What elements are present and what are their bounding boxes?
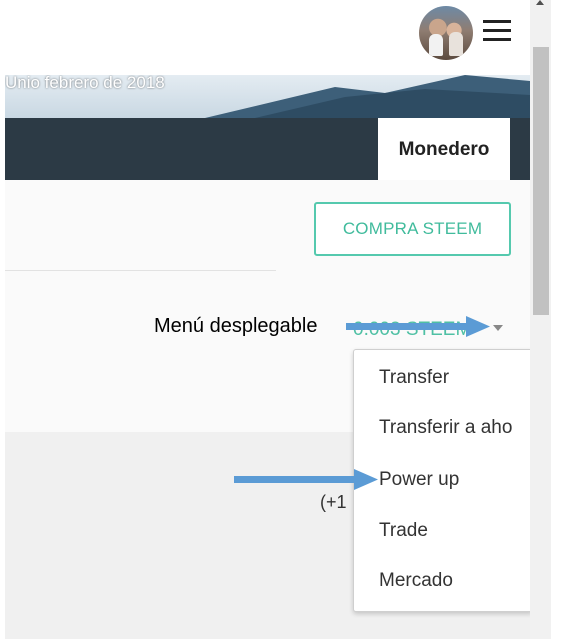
balance-dropdown-menu: Transfer Transferir a aho Power up Trade… [353, 349, 533, 612]
balance-change-text: (+1 [320, 492, 347, 512]
menu-item-market[interactable]: Mercado [379, 570, 453, 592]
avatar-icon[interactable] [419, 6, 473, 60]
menu-item-transfer[interactable]: Transfer [379, 367, 449, 389]
steem-balance-dropdown-toggle[interactable]: 0.003 STEEM [353, 319, 471, 341]
cover-image: Unio febrero de 2018 [5, 75, 530, 118]
divider [5, 270, 276, 271]
profile-nav-bar: Monedero [5, 118, 530, 180]
annotation-label: Menú desplegable [154, 315, 318, 337]
menu-item-power-up[interactable]: Power up [379, 469, 459, 491]
top-header [0, 0, 530, 75]
scroll-up-arrow-icon[interactable] [536, 0, 544, 5]
menu-item-trade[interactable]: Trade [379, 520, 428, 542]
scrollbar-thumb[interactable] [533, 47, 549, 315]
wallet-page: Unio febrero de 2018 Monedero COMPRA STE… [0, 0, 563, 639]
menu-item-transfer-to-savings[interactable]: Transferir a aho [379, 417, 512, 439]
buy-steem-button[interactable]: COMPRA STEEM [314, 202, 511, 256]
tab-wallet[interactable]: Monedero [378, 118, 510, 180]
cover-date-text: Unio febrero de 2018 [5, 75, 165, 92]
hamburger-menu-icon[interactable] [483, 19, 511, 43]
chevron-down-icon[interactable] [493, 325, 503, 331]
